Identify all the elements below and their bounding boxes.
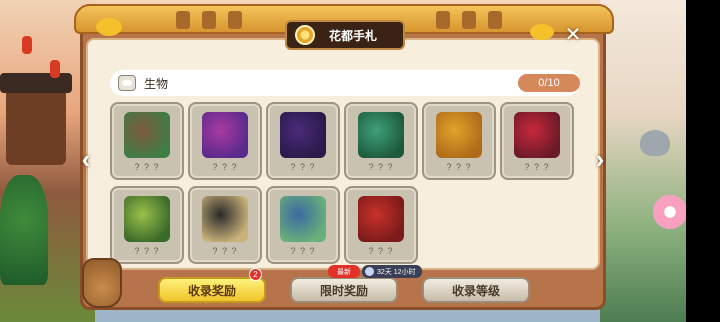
title-plate: 花都手札 [285, 20, 405, 50]
card-name: ? ? ? [524, 162, 550, 172]
gold-flower-decoration [96, 18, 122, 36]
mushroom-creature-icon [124, 112, 170, 158]
event-timer: 32天 12小时 [362, 265, 422, 278]
bag-icon [82, 258, 122, 308]
green-vine-icon [124, 196, 170, 242]
creature-category-icon [118, 75, 136, 91]
next-page-arrow[interactable]: › [592, 146, 608, 172]
card-name: ? ? ? [212, 246, 238, 256]
medal-icon [295, 25, 315, 45]
golden-flower-icon [436, 112, 482, 158]
card-name: ? ? ? [368, 162, 394, 172]
page-title: 花都手札 [329, 28, 378, 43]
creature-card[interactable]: ? ? ? [500, 102, 574, 180]
bar-slot [488, 11, 502, 29]
pink-serpent-icon [202, 112, 248, 158]
creature-card[interactable]: ? ? ? [344, 186, 418, 264]
bar-slot [176, 11, 190, 29]
collection-level-button[interactable]: 收录等级 [422, 277, 530, 303]
card-name: ? ? ? [290, 162, 316, 172]
bar-slot [228, 11, 242, 29]
gold-flower-decoration [530, 24, 554, 40]
limited-reward-button[interactable]: 限时奖励 [290, 277, 398, 303]
red-rose-icon [514, 112, 560, 158]
creature-card[interactable]: ? ? ? [110, 102, 184, 180]
card-name: ? ? ? [290, 246, 316, 256]
background-right-scenery [600, 0, 686, 322]
creature-card[interactable]: ? ? ? [188, 186, 262, 264]
blue-green-plant-icon [280, 196, 326, 242]
section-label: 生物 [144, 76, 169, 91]
new-badge: 最新 [328, 265, 360, 278]
screen-edge [686, 0, 720, 322]
creature-card[interactable]: ? ? ? [110, 186, 184, 264]
purple-beast-icon [280, 112, 326, 158]
creature-card[interactable]: ? ? ? [422, 102, 496, 180]
card-name: ? ? ? [446, 162, 472, 172]
flower-decoration [650, 192, 686, 232]
masked-figure-icon [202, 196, 248, 242]
red-peony-icon [358, 196, 404, 242]
green-leaf-spirit-icon [358, 112, 404, 158]
creature-card[interactable]: ? ? ? [344, 102, 418, 180]
card-name: ? ? ? [134, 246, 160, 256]
close-button[interactable]: ✕ [562, 24, 584, 46]
rock-decoration [640, 130, 670, 156]
section-header: 生物 [110, 70, 580, 96]
card-name: ? ? ? [368, 246, 394, 256]
card-name: ? ? ? [134, 162, 160, 172]
prev-page-arrow[interactable]: ‹ [78, 146, 94, 172]
background-house [0, 73, 72, 165]
bar-slot [202, 11, 216, 29]
card-name: ? ? ? [212, 162, 238, 172]
creature-card[interactable]: ? ? ? [266, 102, 340, 180]
clock-icon [365, 267, 374, 276]
bar-slot [462, 11, 476, 29]
lantern-icon [22, 36, 32, 54]
notification-badge: 2 [249, 268, 262, 281]
background-tree [0, 175, 48, 285]
bar-slot [436, 11, 450, 29]
timer-text: 32天 12小时 [377, 268, 416, 276]
creature-card[interactable]: ? ? ? [266, 186, 340, 264]
lantern-icon [50, 60, 60, 78]
collect-reward-button[interactable]: 收录奖励 [158, 277, 266, 303]
collection-progress: 0/10 [518, 74, 580, 92]
game-screen: 花都手札 ✕ 生物 0/10 ? ? ? ? ? ? ? ? ? ? ? ? ? ? ?… [0, 0, 686, 322]
creature-card[interactable]: ? ? ? [188, 102, 262, 180]
